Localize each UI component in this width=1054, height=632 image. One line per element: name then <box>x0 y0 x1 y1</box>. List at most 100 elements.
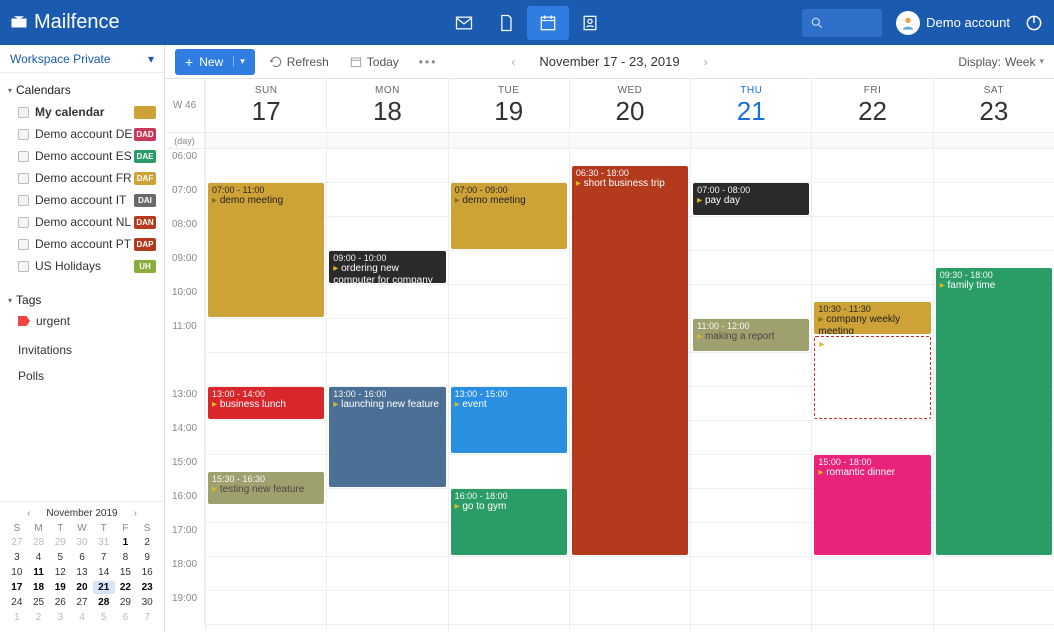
minical-day[interactable]: 5 <box>93 611 115 624</box>
minical-day[interactable]: 12 <box>49 566 71 579</box>
calendar-item[interactable]: US Holidays UH <box>0 255 164 277</box>
day-body[interactable]: 07:00 - 08:00▸ pay day 11:00 - 12:00▸ mak… <box>691 149 811 632</box>
minical-day[interactable]: 29 <box>49 536 71 549</box>
account-menu[interactable]: Demo account <box>896 11 1010 35</box>
minical-day[interactable]: 10 <box>6 566 28 579</box>
minical-day[interactable]: 28 <box>93 596 115 609</box>
minical-day[interactable]: 30 <box>71 536 93 549</box>
tags-header[interactable]: ▾Tags <box>0 289 164 311</box>
calendar-item[interactable]: Demo account PT DAP <box>0 233 164 255</box>
minical-day[interactable]: 25 <box>28 596 50 609</box>
documents-module-icon[interactable] <box>485 6 527 40</box>
checkbox-icon[interactable] <box>18 217 29 228</box>
day-column[interactable]: TUE 19 07:00 - 09:00▸ demo meeting 13:00 … <box>448 79 569 632</box>
day-header[interactable]: SUN 17 <box>206 79 326 133</box>
allday-row[interactable] <box>570 133 690 149</box>
checkbox-icon[interactable] <box>18 195 29 206</box>
app-logo[interactable]: Mailfence <box>10 11 120 34</box>
calendar-event[interactable]: 13:00 - 15:00▸ event <box>451 387 567 453</box>
day-header[interactable]: TUE 19 <box>449 79 569 133</box>
minical-day[interactable]: 19 <box>49 581 71 594</box>
minical-day[interactable]: 27 <box>6 536 28 549</box>
day-header[interactable]: SAT 23 <box>934 79 1054 133</box>
minical-day[interactable]: 6 <box>71 551 93 564</box>
minical-day[interactable]: 3 <box>49 611 71 624</box>
minical-day[interactable]: 15 <box>115 566 137 579</box>
minical-day[interactable]: 9 <box>136 551 158 564</box>
day-body[interactable]: 07:00 - 09:00▸ demo meeting 13:00 - 15:00… <box>449 149 569 632</box>
checkbox-icon[interactable] <box>18 107 29 118</box>
day-column[interactable]: FRI 22 10:30 - 11:30▸ company weekly mee… <box>811 79 932 632</box>
calendar-event[interactable]: ▸ <box>814 336 930 419</box>
checkbox-icon[interactable] <box>18 151 29 162</box>
minical-next-icon[interactable]: › <box>130 508 141 519</box>
minical-prev-icon[interactable]: ‹ <box>23 508 34 519</box>
day-body[interactable]: 10:30 - 11:30▸ company weekly meeting▸ 1… <box>812 149 932 632</box>
calendar-module-icon[interactable] <box>527 6 569 40</box>
day-column[interactable]: WED 20 06:30 - 18:00▸ short business tri… <box>569 79 690 632</box>
power-icon[interactable] <box>1024 13 1044 33</box>
calendar-event[interactable]: 13:00 - 14:00▸ business lunch <box>208 387 324 419</box>
minical-day[interactable]: 5 <box>49 551 71 564</box>
minical-day[interactable]: 7 <box>93 551 115 564</box>
minical-day[interactable]: 22 <box>115 581 137 594</box>
minical-day[interactable]: 3 <box>6 551 28 564</box>
calendar-item[interactable]: Demo account DE DAD <box>0 123 164 145</box>
day-header[interactable]: THU 21 <box>691 79 811 133</box>
minical-day[interactable]: 21 <box>93 581 115 594</box>
checkbox-icon[interactable] <box>18 129 29 140</box>
day-body[interactable]: 09:30 - 18:00▸ family time <box>934 149 1054 632</box>
calendar-event[interactable]: 09:00 - 10:00▸ ordering new computer for… <box>329 251 445 283</box>
day-column[interactable]: SAT 23 09:30 - 18:00▸ family time <box>933 79 1054 632</box>
calendar-item[interactable]: My calendar <box>0 101 164 123</box>
minical-day[interactable]: 29 <box>115 596 137 609</box>
minical-day[interactable]: 27 <box>71 596 93 609</box>
allday-row[interactable] <box>812 133 932 149</box>
calendar-event[interactable]: 06:30 - 18:00▸ short business trip <box>572 166 688 555</box>
minical-day[interactable]: 14 <box>93 566 115 579</box>
minical-day[interactable]: 30 <box>136 596 158 609</box>
day-header[interactable]: WED 20 <box>570 79 690 133</box>
minical-day[interactable]: 26 <box>49 596 71 609</box>
calendar-event[interactable]: 07:00 - 08:00▸ pay day <box>693 183 809 215</box>
minical-day[interactable]: 4 <box>71 611 93 624</box>
minical-day[interactable]: 6 <box>115 611 137 624</box>
minical-day[interactable]: 28 <box>28 536 50 549</box>
day-body[interactable]: 06:30 - 18:00▸ short business trip <box>570 149 690 632</box>
minical-day[interactable]: 13 <box>71 566 93 579</box>
polls-link[interactable]: Polls <box>0 363 164 389</box>
day-column[interactable]: THU 21 07:00 - 08:00▸ pay day 11:00 - 12:… <box>690 79 811 632</box>
display-selector[interactable]: Display: Week ▾ <box>958 55 1044 69</box>
minical-day[interactable]: 2 <box>28 611 50 624</box>
allday-row[interactable] <box>691 133 811 149</box>
day-header[interactable]: FRI 22 <box>812 79 932 133</box>
more-menu-button[interactable]: ••• <box>413 55 444 69</box>
tag-item[interactable]: urgent <box>0 311 164 331</box>
allday-row[interactable] <box>449 133 569 149</box>
calendar-item[interactable]: Demo account NL DAN <box>0 211 164 233</box>
minical-day[interactable]: 1 <box>115 536 137 549</box>
calendar-item[interactable]: Demo account FR DAF <box>0 167 164 189</box>
checkbox-icon[interactable] <box>18 173 29 184</box>
invitations-link[interactable]: Invitations <box>0 337 164 363</box>
calendar-event[interactable]: 15:00 - 18:00▸ romantic dinner <box>814 455 930 555</box>
contacts-module-icon[interactable] <box>569 6 611 40</box>
search-input[interactable] <box>802 9 882 37</box>
day-header[interactable]: MON 18 <box>327 79 447 133</box>
prev-week-icon[interactable]: ‹ <box>511 55 515 69</box>
calendar-event[interactable]: 13:00 - 16:00▸ launching new feature <box>329 387 445 487</box>
minical-day[interactable]: 18 <box>28 581 50 594</box>
workspace-selector[interactable]: Workspace Private ▾ <box>0 45 164 73</box>
calendar-event[interactable]: 09:30 - 18:00▸ family time <box>936 268 1052 555</box>
calendar-event[interactable]: 15:30 - 16:30▸ testing new feature <box>208 472 324 504</box>
minical-day[interactable]: 24 <box>6 596 28 609</box>
day-body[interactable]: 07:00 - 11:00▸ demo meeting13:00 - 14:00… <box>206 149 326 632</box>
allday-row[interactable] <box>934 133 1054 149</box>
calendar-event[interactable]: 11:00 - 12:00▸ making a report <box>693 319 809 351</box>
calendar-event[interactable]: 07:00 - 09:00▸ demo meeting <box>451 183 567 249</box>
calendars-header[interactable]: ▾Calendars <box>0 79 164 101</box>
minical-day[interactable]: 23 <box>136 581 158 594</box>
minical-day[interactable]: 20 <box>71 581 93 594</box>
minical-day[interactable]: 7 <box>136 611 158 624</box>
calendar-event[interactable]: 10:30 - 11:30▸ company weekly meeting <box>814 302 930 334</box>
